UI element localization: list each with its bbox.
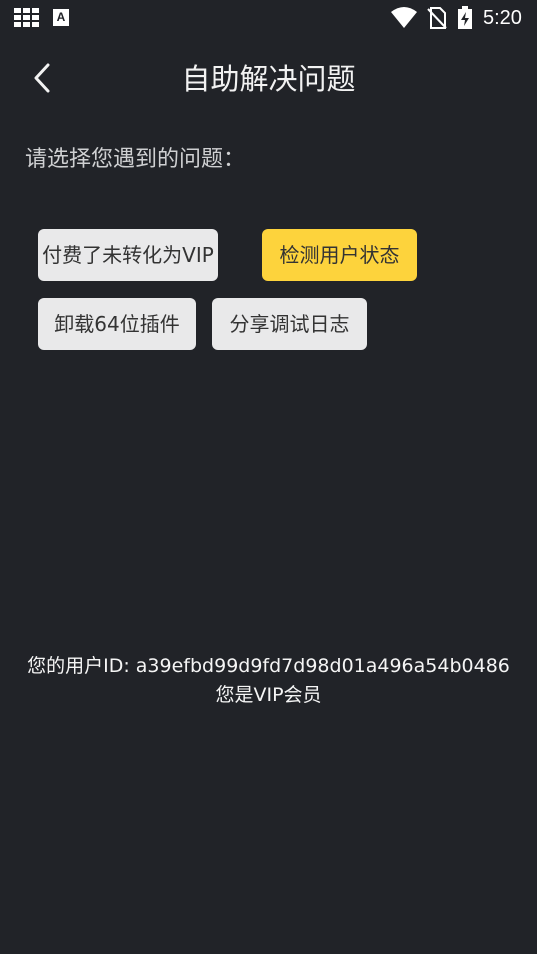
- option-uninstall-64bit-plugin[interactable]: 卸载64位插件: [38, 298, 196, 350]
- question-prompt: 请选择您遇到的问题：: [25, 147, 246, 172]
- status-bar: A 5:20: [0, 0, 537, 36]
- battery-charging-icon: [458, 6, 472, 29]
- user-info: 您的用户ID: a39efbd99d9fd7d98d01a496a54b0486…: [0, 652, 537, 710]
- vip-status-text: 您是VIP会员: [215, 684, 322, 706]
- a-notification-icon: A: [53, 9, 69, 26]
- header: 自助解决问题: [0, 50, 537, 108]
- user-id-text: 您的用户ID: a39efbd99d9fd7d98d01a496a54b0486: [27, 655, 510, 677]
- option-share-debug-log[interactable]: 分享调试日志: [212, 298, 367, 350]
- status-time: 5:20: [483, 7, 522, 29]
- option-check-user-status[interactable]: 检测用户状态: [262, 229, 417, 281]
- option-vip-not-converted[interactable]: 付费了未转化为VIP: [38, 229, 218, 281]
- grid-icon: [14, 8, 40, 28]
- wifi-icon: [391, 7, 417, 28]
- page-title: 自助解决问题: [181, 62, 356, 96]
- no-sim-icon: [427, 7, 447, 29]
